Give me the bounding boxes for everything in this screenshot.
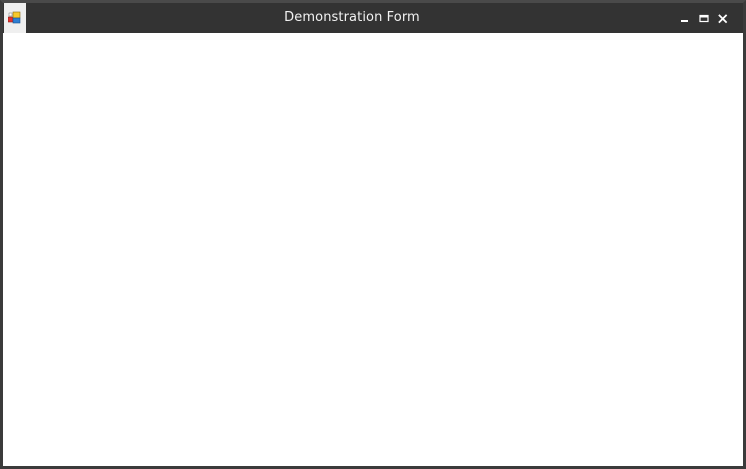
close-icon[interactable] — [716, 12, 730, 26]
form-client-area — [3, 33, 743, 466]
minimize-icon[interactable] — [678, 12, 692, 26]
window-title: Demonstration Form — [284, 10, 420, 25]
title-bar[interactable]: Demonstration Form — [3, 3, 743, 33]
maximize-icon[interactable] — [697, 12, 711, 26]
application-window: Demonstration Form — [0, 0, 746, 469]
